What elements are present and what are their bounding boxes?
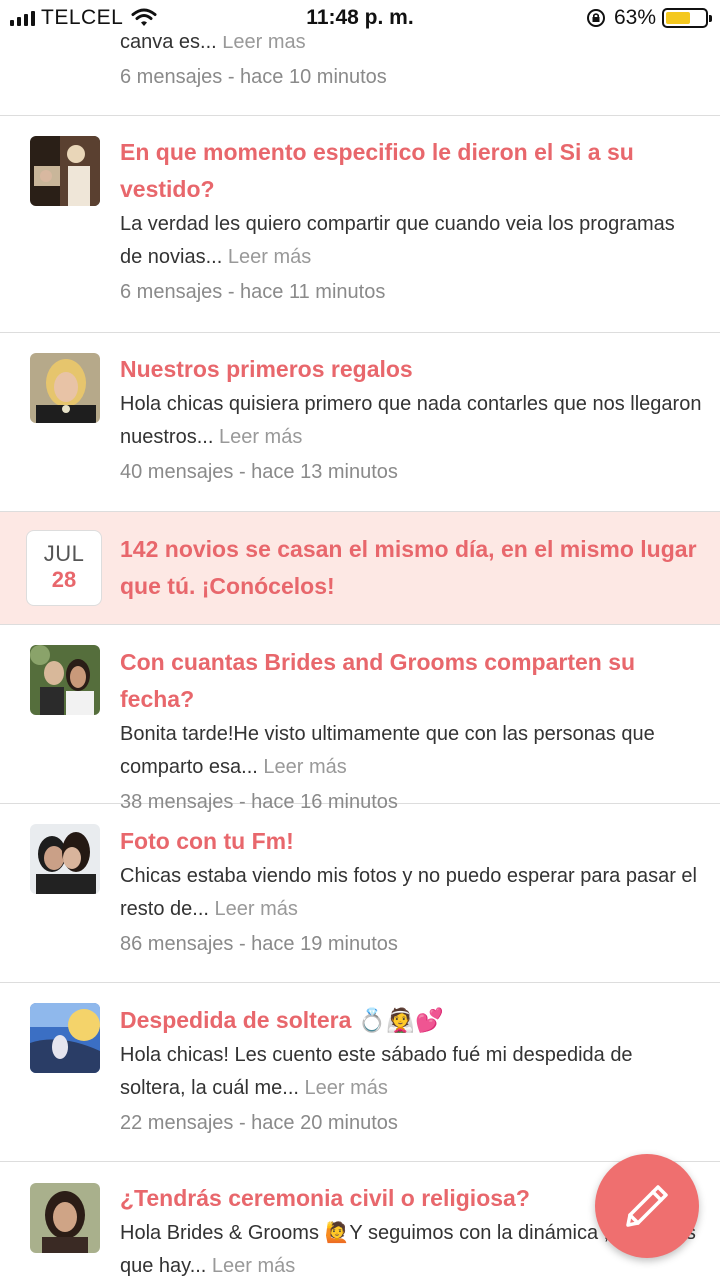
post-meta: 6 mensajes - hace 11 minutos	[120, 281, 386, 303]
post-meta: 86 mensajes - hace 19 minutos	[120, 933, 398, 955]
list-item[interactable]: Nuestros primeros regalos Hola chicas qu…	[0, 333, 720, 512]
post-title[interactable]: Foto con tu Fm!	[120, 823, 702, 860]
calendar-month: JUL	[43, 541, 85, 566]
read-more-link[interactable]: Leer más	[228, 246, 311, 268]
avatar[interactable]	[30, 136, 100, 206]
avatar[interactable]	[30, 353, 100, 423]
avatar[interactable]	[30, 1003, 100, 1073]
read-more-link[interactable]: Leer más	[305, 1077, 388, 1099]
post-excerpt: Hola chicas! Les cuento este sábado fué …	[120, 1044, 633, 1099]
post-meta: 40 mensajes - hace 13 minutos	[120, 461, 398, 483]
list-item[interactable]: Con cuantas Brides and Grooms comparten …	[0, 625, 720, 813]
post-title[interactable]: En que momento especifico le dieron el S…	[120, 134, 702, 208]
status-bar: TELCEL 11:48 p. m. 63%	[0, 0, 720, 36]
read-more-link[interactable]: Leer más	[212, 1255, 295, 1277]
avatar[interactable]	[30, 1183, 100, 1253]
promo-text[interactable]: 142 novios se casan el mismo día, en el …	[120, 531, 702, 605]
new-post-button[interactable]	[595, 1154, 699, 1258]
avatar[interactable]	[30, 645, 100, 715]
battery-percent: 63%	[613, 6, 656, 29]
list-item[interactable]: En que momento especifico le dieron el S…	[0, 116, 720, 333]
avatar[interactable]	[30, 824, 100, 894]
read-more-link[interactable]: Leer más	[219, 426, 302, 448]
pencil-icon	[626, 1185, 668, 1227]
post-excerpt: Bonita tarde!He visto ultimamente que co…	[120, 723, 655, 778]
post-excerpt: La verdad les quiero compartir que cuand…	[120, 213, 675, 268]
calendar-icon: JUL 28	[26, 530, 102, 606]
post-title[interactable]: Despedida de soltera 💍👰💕	[120, 1002, 702, 1039]
read-more-link[interactable]: Leer más	[263, 756, 346, 778]
status-right: 63%	[586, 6, 712, 30]
rotation-lock-icon	[586, 9, 605, 27]
promo-banner[interactable]: JUL 28 142 novios se casan el mismo día,…	[0, 512, 720, 625]
post-title[interactable]: Nuestros primeros regalos	[120, 351, 702, 388]
read-more-link[interactable]: Leer más	[215, 898, 298, 920]
battery-icon	[662, 8, 712, 28]
post-title[interactable]: Con cuantas Brides and Grooms comparten …	[120, 644, 702, 718]
post-meta: 22 mensajes - hace 20 minutos	[120, 1112, 398, 1134]
list-item[interactable]: Despedida de soltera 💍👰💕 Hola chicas! Le…	[0, 983, 720, 1162]
post-meta: 6 mensajes - hace 10 minutos	[120, 66, 387, 88]
post-excerpt: Hola chicas quisiera primero que nada co…	[120, 393, 702, 448]
battery-fill	[666, 12, 690, 24]
list-item[interactable]: Foto con tu Fm! Chicas estaba viendo mis…	[0, 804, 720, 983]
post-excerpt: Chicas estaba viendo mis fotos y no pued…	[120, 865, 698, 920]
calendar-day: 28	[51, 567, 77, 592]
